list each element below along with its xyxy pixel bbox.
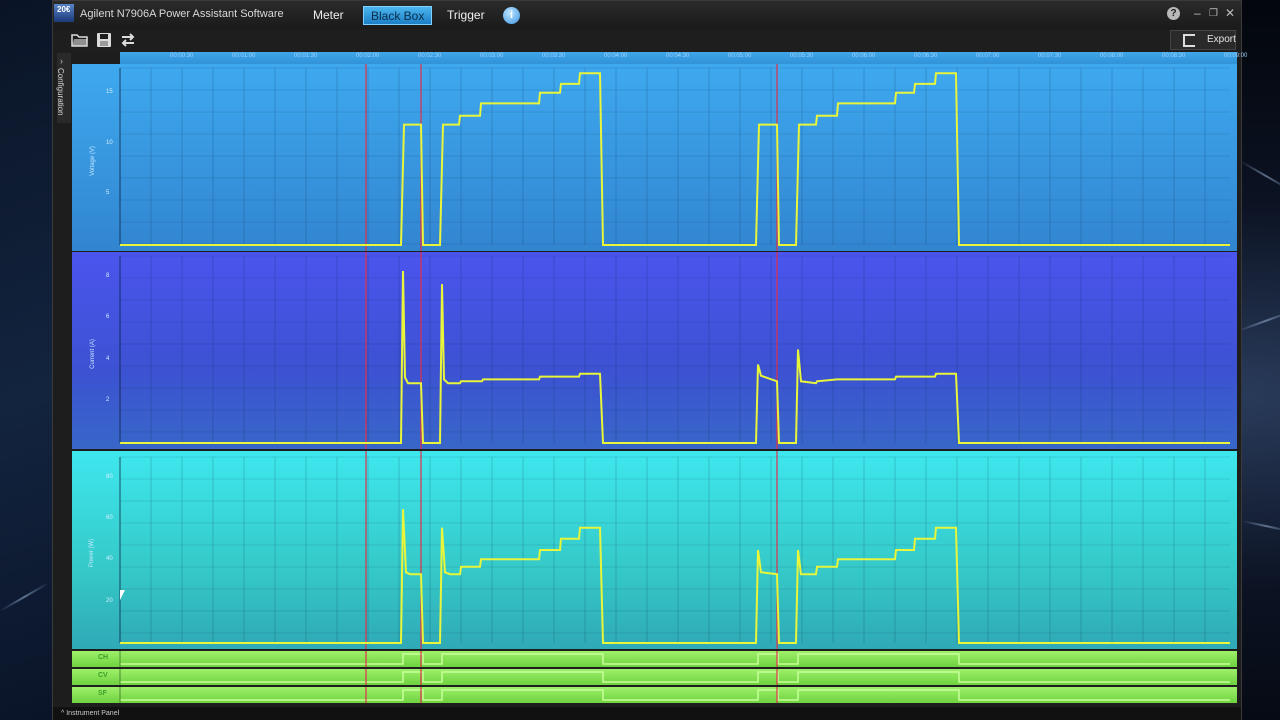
restore-button[interactable]: ❐ <box>1209 8 1218 19</box>
voltage-plot[interactable]: Voltage (V) 15 10 5 <box>72 64 1237 251</box>
ruler-tick-label: 00:00:30 <box>170 53 194 59</box>
y-tick-label: 5 <box>106 190 110 197</box>
current-plot-canvas <box>119 252 1230 449</box>
instrument-panel-label: ^ Instrument Panel <box>61 710 120 717</box>
toolbar: Export <box>53 29 1241 53</box>
minimize-button[interactable]: – <box>1194 6 1201 20</box>
ruler-tick-label: 00:08:00 <box>1100 53 1124 59</box>
window-title: Agilent N7906A Power Assistant Software <box>80 8 284 20</box>
status-signal-trace <box>120 671 1230 683</box>
y-tick-label: 80 <box>106 473 113 480</box>
info-icon[interactable]: i <box>503 7 520 24</box>
status-row-label: CV <box>98 672 108 679</box>
chevron-right-icon[interactable]: › <box>60 56 63 66</box>
ruler-tick-label: 00:02:30 <box>418 53 442 59</box>
y-tick-label: 40 <box>106 556 113 563</box>
ruler-tick-label: 00:05:30 <box>790 53 814 59</box>
ruler-tick-label: 00:06:30 <box>914 53 938 59</box>
status-row-label: CH <box>98 654 109 661</box>
save-icon[interactable] <box>95 31 113 49</box>
ruler-tick-label: 00:02:00 <box>356 53 380 59</box>
export-label: Export <box>1207 34 1236 45</box>
status-row-label: SF <box>98 690 107 697</box>
ruler-tick-label: 00:01:30 <box>294 53 318 59</box>
y-tick-label: 10 <box>106 139 113 146</box>
status-row-canvas <box>119 669 1230 685</box>
close-button[interactable]: ✕ <box>1225 6 1235 20</box>
ruler-tick-label: 00:09:00 <box>1224 53 1248 59</box>
status-signal-trace <box>120 653 1230 665</box>
y-tick-label: 8 <box>106 272 110 279</box>
configuration-label[interactable]: Configuration <box>56 68 65 116</box>
tab-meter[interactable]: Meter <box>306 6 351 25</box>
ruler-tick-label: 00:06:00 <box>852 53 876 59</box>
titlebar: 20€ Agilent N7906A Power Assistant Softw… <box>53 1 1241 29</box>
power-axis-label: Power (W) <box>89 538 96 568</box>
power-plot-canvas <box>119 451 1230 649</box>
help-icon[interactable]: ? <box>1167 7 1180 20</box>
export-button[interactable]: Export <box>1170 30 1236 50</box>
swap-icon[interactable] <box>119 31 137 49</box>
voltage-plot-canvas <box>119 64 1230 251</box>
voltage-trace <box>120 72 1230 246</box>
ruler-tick-label: 00:07:00 <box>976 53 1000 59</box>
y-tick-label: 2 <box>106 397 110 404</box>
y-tick-label: 6 <box>106 314 110 321</box>
tab-black-box[interactable]: Black Box <box>363 6 433 25</box>
current-axis-label: Current (A) <box>89 338 96 369</box>
app-logo: 20€ <box>54 4 74 22</box>
ruler-tick-label: 00:05:00 <box>728 53 752 59</box>
desktop-left-edge <box>0 0 56 720</box>
status-row-canvas <box>119 651 1230 667</box>
status-area: CH CV SF <box>72 651 1237 704</box>
ruler-tick-label: 00:08:30 <box>1162 53 1186 59</box>
y-tick-label: 60 <box>106 515 113 521</box>
ruler-tick-label: 00:01:00 <box>232 53 256 59</box>
power-trace <box>120 509 1230 644</box>
ruler-tick-label: 00:03:30 <box>542 53 566 59</box>
mouse-cursor <box>120 590 125 600</box>
ruler-tick-label: 00:03:00 <box>480 53 504 59</box>
ruler-tick-label: 00:04:00 <box>604 53 628 59</box>
y-tick-label: 20 <box>106 597 113 604</box>
current-plot[interactable]: Current (A) 8 6 4 2 <box>72 252 1237 449</box>
y-tick-label: 4 <box>106 355 110 362</box>
status-row-sf: SF <box>72 687 1237 703</box>
current-trace <box>120 270 1230 444</box>
status-row-ch: CH <box>72 651 1237 667</box>
status-row-cv: CV <box>72 669 1237 685</box>
folder-open-icon[interactable] <box>71 31 89 49</box>
ruler-tick-label: 00:04:30 <box>666 53 690 59</box>
voltage-axis-label: Voltage (V) <box>89 145 96 176</box>
instrument-panel-bar[interactable]: ^ Instrument Panel <box>53 707 1241 720</box>
status-signal-trace <box>120 689 1230 701</box>
instrument-panel-text: Instrument Panel <box>66 710 120 717</box>
tab-trigger[interactable]: Trigger <box>440 6 492 25</box>
status-row-canvas <box>119 687 1230 703</box>
y-tick-label: 15 <box>106 89 113 96</box>
ruler-tick-label: 00:07:30 <box>1038 53 1062 59</box>
export-icon <box>1183 34 1195 47</box>
power-plot[interactable]: Power (W) 80 60 40 20 <box>72 451 1237 649</box>
